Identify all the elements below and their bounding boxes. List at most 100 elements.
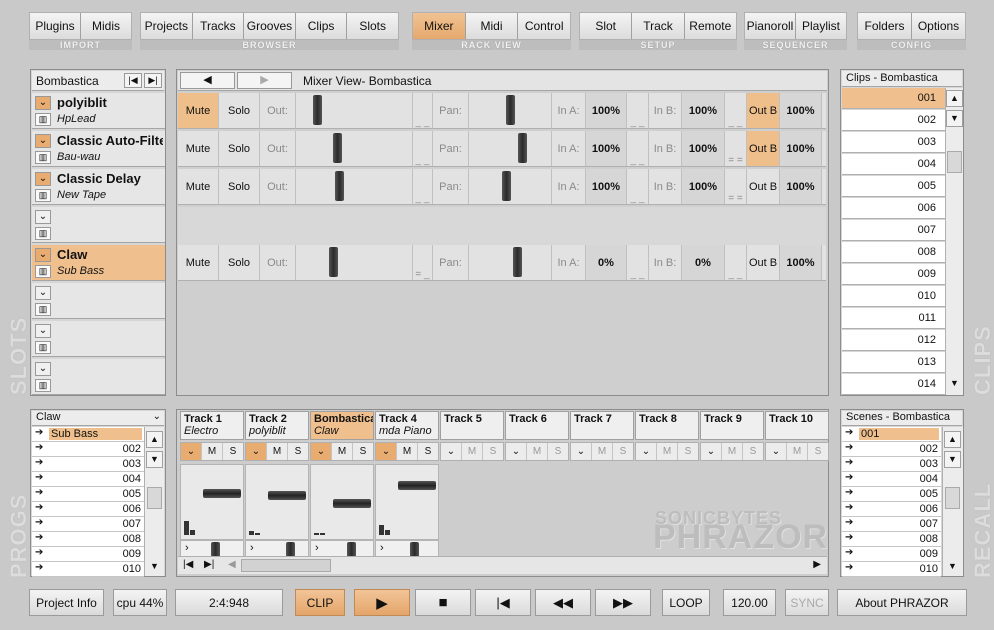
toolbar-button-midi[interactable]: Midi xyxy=(465,13,519,39)
pan-fader-track[interactable] xyxy=(469,93,552,128)
chevron-down-icon[interactable]: ⌄ xyxy=(441,443,462,460)
in-a-value[interactable]: 0% xyxy=(586,245,627,280)
track-mute-button[interactable]: M xyxy=(397,443,418,460)
toolbar-button-folders[interactable]: Folders xyxy=(858,13,912,39)
mute-button[interactable]: Mute xyxy=(178,245,219,280)
toolbar-button-control[interactable]: Control xyxy=(518,13,571,39)
keyboard-icon[interactable]: ▥ xyxy=(35,113,51,126)
track-header[interactable]: Track 8 xyxy=(635,411,699,440)
solo-button[interactable]: Solo xyxy=(219,131,260,166)
keyboard-icon[interactable]: ▥ xyxy=(35,341,51,354)
track-solo-button[interactable]: S xyxy=(548,443,568,460)
track-mute-button[interactable]: M xyxy=(202,443,223,460)
track-header[interactable]: Track 2 polyiblit xyxy=(245,411,309,440)
arrow-right-icon[interactable]: ➔ xyxy=(845,472,853,483)
scenes-scrollbar[interactable]: ▲ ▼ ▼ xyxy=(942,427,963,576)
out-b-value[interactable]: 100% xyxy=(780,93,822,128)
tracks-hscrollbar[interactable]: |◀ ▶| ◀ ▶ xyxy=(178,556,827,574)
track-header[interactable]: Track 10 xyxy=(765,411,829,440)
list-item[interactable]: ➔ Sub Bass xyxy=(32,427,144,442)
track-volume-fader[interactable] xyxy=(398,481,436,490)
arrow-right-icon[interactable]: ➔ xyxy=(35,427,43,438)
list-item[interactable]: ➔ 009 xyxy=(32,547,144,562)
out-b-button[interactable]: Out B xyxy=(747,93,780,128)
progs-scroll-top-icon[interactable]: ▲ xyxy=(146,431,163,448)
clip-item[interactable]: 010 xyxy=(842,286,946,307)
chevron-right-icon[interactable]: › xyxy=(250,542,254,554)
skip-to-start-icon[interactable]: |◀ xyxy=(475,589,531,616)
toolbar-button-slots[interactable]: Slots xyxy=(347,13,398,39)
out-fader-track[interactable] xyxy=(296,169,413,204)
clip-mode-button[interactable]: CLIP xyxy=(295,589,345,616)
back-arrow-icon[interactable]: ◀ xyxy=(180,72,235,89)
progs-title[interactable]: Claw ⌄ xyxy=(32,411,164,426)
slot-item[interactable]: ⌄ ▥ Claw Sub Bass xyxy=(32,245,165,281)
slot-item[interactable]: ⌄ ▥ polyiblit HpLead xyxy=(32,93,165,129)
arrow-right-icon[interactable]: ➔ xyxy=(35,457,43,468)
scenes-scroll-bottom-icon[interactable]: ▼ xyxy=(944,451,961,468)
rewind-icon[interactable]: ◀◀ xyxy=(535,589,591,616)
out-b-button[interactable]: Out B xyxy=(747,169,780,204)
toolbar-button-clips[interactable]: Clips xyxy=(295,13,348,39)
slot-item[interactable]: ⌄ ▥ Classic Delay New Tape xyxy=(32,169,165,205)
chevron-down-icon[interactable]: ⌄ xyxy=(35,248,51,262)
slot-item[interactable]: ⌄ ▥ xyxy=(32,359,165,395)
keyboard-icon[interactable]: ▥ xyxy=(35,379,51,392)
clip-item[interactable]: 001 xyxy=(842,88,946,109)
clip-item[interactable]: 005 xyxy=(842,176,946,197)
arrow-right-icon[interactable]: ➔ xyxy=(35,487,43,498)
track-solo-button[interactable]: S xyxy=(353,443,373,460)
list-item[interactable]: ➔ 002 xyxy=(842,442,941,457)
list-item[interactable]: ➔ 010 xyxy=(842,562,941,577)
track-mute-button[interactable]: M xyxy=(787,443,808,460)
pan-fader-track[interactable] xyxy=(469,245,552,280)
chevron-down-icon[interactable]: ⌄ xyxy=(35,324,51,338)
track-header[interactable]: Track 1 Electro xyxy=(180,411,244,440)
list-item[interactable]: ➔ 007 xyxy=(842,517,941,532)
in-a-value[interactable]: 100% xyxy=(586,131,627,166)
chevron-down-icon[interactable]: ⌄ xyxy=(153,411,161,422)
clip-item[interactable]: 009 xyxy=(842,264,946,285)
progs-scroll-bottom-icon[interactable]: ▼ xyxy=(146,451,163,468)
slot-item[interactable]: ⌄ ▥ xyxy=(32,321,165,357)
slot-item[interactable]: ⌄ ▥ xyxy=(32,283,165,319)
in-b-value[interactable]: 0% xyxy=(682,245,725,280)
clip-item[interactable]: 002 xyxy=(842,110,946,131)
list-item[interactable]: ➔ 004 xyxy=(842,472,941,487)
about-button[interactable]: About PHRAZOR xyxy=(837,589,967,616)
scenes-scroll-thumb[interactable] xyxy=(945,487,960,509)
clips-scrollbar[interactable]: ▲ ▼ ▼ xyxy=(945,88,963,395)
clips-scroll-bottom-icon[interactable]: ▼ xyxy=(946,110,963,127)
track-header[interactable]: Bombastica Claw xyxy=(310,411,374,440)
arrow-right-icon[interactable]: ➔ xyxy=(845,547,853,558)
tracks-scroll-end-icon[interactable]: ▶| xyxy=(204,559,214,570)
track-header[interactable]: Track 7 xyxy=(570,411,634,440)
project-info-button[interactable]: Project Info xyxy=(29,589,104,616)
arrow-right-icon[interactable]: ➔ xyxy=(845,562,853,573)
out-b-value[interactable]: 100% xyxy=(780,169,822,204)
arrow-right-icon[interactable]: ➔ xyxy=(35,562,43,573)
keyboard-icon[interactable]: ▥ xyxy=(35,265,51,278)
track-volume-fader[interactable] xyxy=(333,499,371,508)
chevron-down-icon[interactable]: ⌄ xyxy=(35,210,51,224)
sync-button[interactable]: SYNC xyxy=(785,589,829,616)
toolbar-button-slot[interactable]: Slot xyxy=(580,13,633,39)
list-item[interactable]: ➔ 010 xyxy=(32,562,144,577)
track-pan-handle[interactable] xyxy=(347,542,356,557)
mute-button[interactable]: Mute xyxy=(178,131,219,166)
track-solo-button[interactable]: S xyxy=(678,443,698,460)
arrow-right-icon[interactable]: ➔ xyxy=(35,547,43,558)
loop-button[interactable]: LOOP xyxy=(662,589,710,616)
toolbar-button-playlist[interactable]: Playlist xyxy=(796,13,846,39)
in-b-value[interactable]: 100% xyxy=(682,93,725,128)
progs-scroll-thumb[interactable] xyxy=(147,487,162,509)
tracks-scroll-left-icon[interactable]: ◀ xyxy=(228,559,236,570)
chevron-down-icon[interactable]: ⌄ xyxy=(181,443,202,460)
toolbar-button-projects[interactable]: Projects xyxy=(141,13,193,39)
fast-forward-icon[interactable]: ▶▶ xyxy=(595,589,651,616)
toolbar-button-remote[interactable]: Remote xyxy=(684,13,736,39)
pan-fader-handle[interactable] xyxy=(505,95,515,125)
track-header[interactable]: Track 5 xyxy=(440,411,504,440)
tempo-display[interactable]: 120.00 xyxy=(723,589,776,616)
list-item[interactable]: ➔ 003 xyxy=(842,457,941,472)
